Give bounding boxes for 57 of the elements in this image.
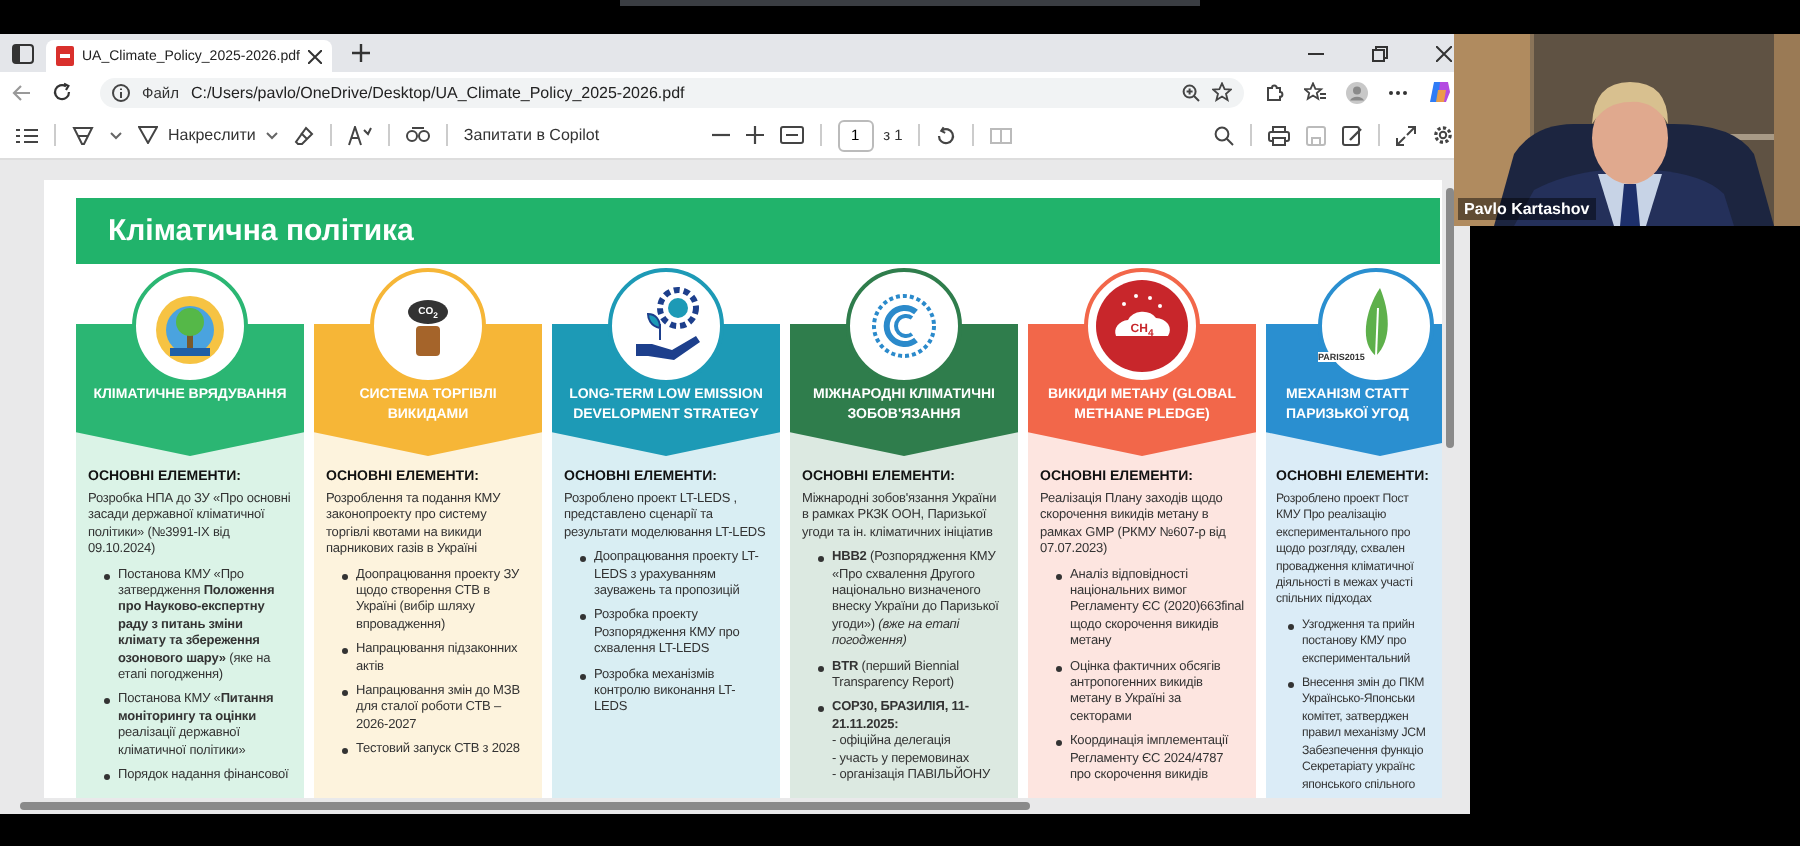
fullscreen-icon[interactable] <box>1396 125 1416 145</box>
bullet-icon <box>818 556 824 563</box>
star-icon[interactable] <box>1212 82 1232 102</box>
contents-icon[interactable] <box>16 127 38 143</box>
close-icon[interactable] <box>307 49 322 63</box>
bullet-icon <box>818 706 824 713</box>
bullet-icon <box>1056 573 1062 580</box>
bullet-icon <box>104 774 110 781</box>
sidebar-icon[interactable] <box>12 43 34 63</box>
bullet-icon <box>1288 682 1294 689</box>
settings-icon[interactable] <box>1432 124 1454 146</box>
scrollbar-thumb[interactable] <box>1445 188 1453 448</box>
title-bar: Кліматична політика <box>76 198 1440 264</box>
back-icon[interactable] <box>12 83 32 101</box>
bullet-icon <box>342 573 348 580</box>
draw-button[interactable]: Накреслити <box>138 126 278 144</box>
draw-icon <box>138 126 158 144</box>
scrollbar-thumb[interactable] <box>20 801 1030 809</box>
restore-icon[interactable] <box>1372 45 1388 61</box>
new-tab-icon[interactable] <box>351 44 370 62</box>
save-as-icon[interactable] <box>1342 125 1362 145</box>
highlighter-icon[interactable] <box>72 125 94 145</box>
bullet-icon <box>1056 665 1062 672</box>
rotate-icon[interactable] <box>936 125 957 145</box>
zoom-icon[interactable] <box>1182 83 1200 101</box>
search-icon[interactable] <box>1214 125 1234 145</box>
zoom-in-icon[interactable] <box>745 126 764 144</box>
caret-icon[interactable] <box>110 131 122 139</box>
emblem-icon <box>846 268 962 384</box>
bullet-icon <box>104 698 110 705</box>
translate-icon[interactable] <box>405 126 430 144</box>
bullet-icon <box>104 573 110 580</box>
refresh-icon[interactable] <box>52 82 72 102</box>
copilot-icon[interactable] <box>1428 80 1452 104</box>
bullet-icon <box>818 665 824 672</box>
more-icon[interactable] <box>1388 89 1408 95</box>
close-icon[interactable] <box>1436 45 1452 61</box>
pdf-icon <box>56 46 74 66</box>
print-icon[interactable] <box>1268 125 1290 145</box>
bullet-icon <box>342 748 348 755</box>
bullet-icon <box>580 556 586 563</box>
extensions-icon[interactable] <box>1264 82 1284 102</box>
fit-page-icon[interactable] <box>779 126 804 144</box>
bullet-icon <box>342 690 348 697</box>
bullet-icon <box>1288 623 1294 630</box>
bullet-icon <box>1056 740 1062 747</box>
profile-icon[interactable] <box>1346 81 1368 103</box>
info-icon <box>112 83 130 101</box>
bullet-icon <box>580 614 586 621</box>
bullet-icon <box>342 648 348 655</box>
favorites-icon[interactable] <box>1304 82 1326 102</box>
ask-copilot-button[interactable]: Запитати в Copilot <box>463 126 600 144</box>
caret-icon <box>265 131 278 139</box>
eraser-icon[interactable] <box>293 125 314 145</box>
participant-name: Pavlo Kartashov <box>1458 198 1596 220</box>
text-size-icon[interactable] <box>347 125 372 145</box>
bullet-icon <box>580 673 586 680</box>
